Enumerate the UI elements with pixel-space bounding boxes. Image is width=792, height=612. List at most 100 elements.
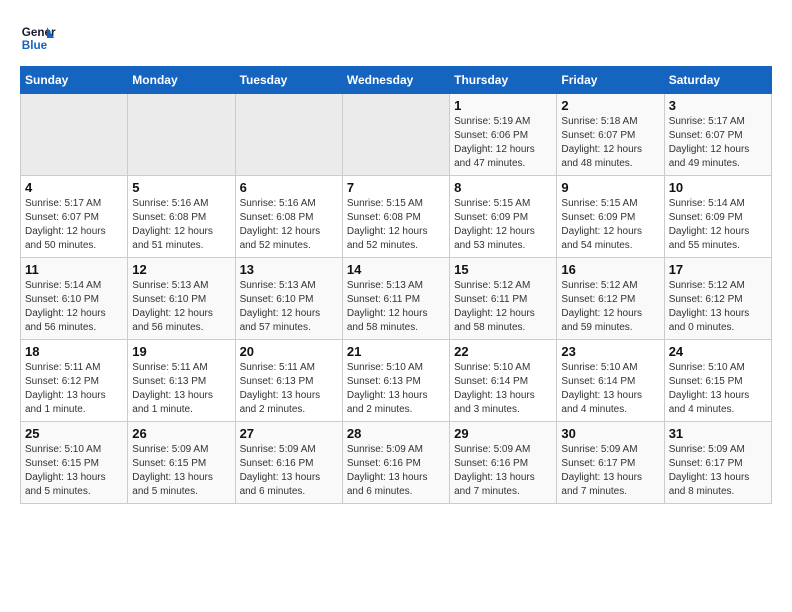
weekday-header-row: SundayMondayTuesdayWednesdayThursdayFrid…: [21, 67, 772, 94]
day-cell: [342, 94, 449, 176]
day-info: Sunrise: 5:15 AMSunset: 6:08 PMDaylight:…: [347, 197, 445, 253]
day-number: 10: [669, 180, 767, 195]
day-cell: 7Sunrise: 5:15 AMSunset: 6:08 PMDaylight…: [342, 176, 449, 258]
day-number: 31: [669, 426, 767, 441]
day-cell: 28Sunrise: 5:09 AMSunset: 6:16 PMDayligh…: [342, 422, 449, 504]
day-info: Sunrise: 5:09 AMSunset: 6:17 PMDaylight:…: [669, 443, 767, 499]
weekday-header-monday: Monday: [128, 67, 235, 94]
day-number: 19: [132, 344, 230, 359]
day-cell: 27 Sunrise: 5:09 AMSunset: 6:16 PMDayligh…: [235, 422, 342, 504]
day-info: Sunrise: 5:09 AMSunset: 6:16 PMDaylight:…: [240, 443, 338, 499]
day-cell: 30 Sunrise: 5:09 AMSunset: 6:17 PMDayligh…: [557, 422, 664, 504]
day-number: 12: [132, 262, 230, 277]
header: General Blue: [20, 20, 772, 56]
day-cell: [21, 94, 128, 176]
weekday-header-thursday: Thursday: [450, 67, 557, 94]
day-info: Sunrise: 5:12 AMSunset: 6:11 PMDaylight:…: [454, 279, 552, 335]
day-number: 9: [561, 180, 659, 195]
day-info: Sunrise: 5:10 AMSunset: 6:15 PMDaylight:…: [25, 443, 123, 499]
logo-icon: General Blue: [20, 20, 56, 56]
day-cell: 22 Sunrise: 5:10 AMSunset: 6:14 PMDayligh…: [450, 340, 557, 422]
day-number: 16: [561, 262, 659, 277]
day-number: 22: [454, 344, 552, 359]
day-number: 3: [669, 98, 767, 113]
week-row-5: 25 Sunrise: 5:10 AMSunset: 6:15 PMDayligh…: [21, 422, 772, 504]
day-info: Sunrise: 5:16 AMSunset: 6:08 PMDaylight:…: [240, 197, 338, 253]
day-info: Sunrise: 5:16 AMSunset: 6:08 PMDaylight:…: [132, 197, 230, 253]
day-number: 8: [454, 180, 552, 195]
day-cell: 4Sunrise: 5:17 AMSunset: 6:07 PMDaylight…: [21, 176, 128, 258]
day-cell: 16 Sunrise: 5:12 AMSunset: 6:12 PMDayligh…: [557, 258, 664, 340]
day-info: Sunrise: 5:09 AMSunset: 6:15 PMDaylight:…: [132, 443, 230, 499]
weekday-header-wednesday: Wednesday: [342, 67, 449, 94]
day-info: Sunrise: 5:19 AMSunset: 6:06 PMDaylight:…: [454, 115, 552, 171]
day-info: Sunrise: 5:11 AMSunset: 6:13 PMDaylight:…: [132, 361, 230, 417]
day-info: Sunrise: 5:11 AMSunset: 6:13 PMDaylight:…: [240, 361, 338, 417]
day-cell: 6 Sunrise: 5:16 AMSunset: 6:08 PMDaylight…: [235, 176, 342, 258]
day-info: Sunrise: 5:18 AMSunset: 6:07 PMDaylight:…: [561, 115, 659, 171]
week-row-4: 18 Sunrise: 5:11 AMSunset: 6:12 PMDayligh…: [21, 340, 772, 422]
day-info: Sunrise: 5:14 AMSunset: 6:10 PMDaylight:…: [25, 279, 123, 335]
day-number: 27: [240, 426, 338, 441]
weekday-header-tuesday: Tuesday: [235, 67, 342, 94]
svg-text:Blue: Blue: [22, 39, 48, 52]
day-cell: 20 Sunrise: 5:11 AMSunset: 6:13 PMDayligh…: [235, 340, 342, 422]
day-cell: 25 Sunrise: 5:10 AMSunset: 6:15 PMDayligh…: [21, 422, 128, 504]
day-cell: 10 Sunrise: 5:14 AMSunset: 6:09 PMDayligh…: [664, 176, 771, 258]
day-info: Sunrise: 5:10 AMSunset: 6:14 PMDaylight:…: [454, 361, 552, 417]
weekday-header-friday: Friday: [557, 67, 664, 94]
day-number: 6: [240, 180, 338, 195]
day-cell: 14 Sunrise: 5:13 AMSunset: 6:11 PMDayligh…: [342, 258, 449, 340]
day-cell: 19 Sunrise: 5:11 AMSunset: 6:13 PMDayligh…: [128, 340, 235, 422]
day-number: 30: [561, 426, 659, 441]
day-info: Sunrise: 5:15 AMSunset: 6:09 PMDaylight:…: [454, 197, 552, 253]
day-number: 21: [347, 344, 445, 359]
day-info: Sunrise: 5:15 AMSunset: 6:09 PMDaylight:…: [561, 197, 659, 253]
day-number: 26: [132, 426, 230, 441]
day-number: 25: [25, 426, 123, 441]
day-info: Sunrise: 5:14 AMSunset: 6:09 PMDaylight:…: [669, 197, 767, 253]
day-cell: 9 Sunrise: 5:15 AMSunset: 6:09 PMDaylight…: [557, 176, 664, 258]
day-info: Sunrise: 5:12 AMSunset: 6:12 PMDaylight:…: [669, 279, 767, 335]
day-cell: 5 Sunrise: 5:16 AMSunset: 6:08 PMDaylight…: [128, 176, 235, 258]
calendar-table: SundayMondayTuesdayWednesdayThursdayFrid…: [20, 66, 772, 504]
week-row-2: 4Sunrise: 5:17 AMSunset: 6:07 PMDaylight…: [21, 176, 772, 258]
day-cell: 24Sunrise: 5:10 AMSunset: 6:15 PMDayligh…: [664, 340, 771, 422]
day-info: Sunrise: 5:12 AMSunset: 6:12 PMDaylight:…: [561, 279, 659, 335]
weekday-header-saturday: Saturday: [664, 67, 771, 94]
day-info: Sunrise: 5:17 AMSunset: 6:07 PMDaylight:…: [669, 115, 767, 171]
day-number: 15: [454, 262, 552, 277]
week-row-1: 1 Sunrise: 5:19 AMSunset: 6:06 PMDaylight…: [21, 94, 772, 176]
day-number: 17: [669, 262, 767, 277]
day-info: Sunrise: 5:11 AMSunset: 6:12 PMDaylight:…: [25, 361, 123, 417]
day-number: 1: [454, 98, 552, 113]
day-number: 13: [240, 262, 338, 277]
day-number: 5: [132, 180, 230, 195]
day-info: Sunrise: 5:10 AMSunset: 6:15 PMDaylight:…: [669, 361, 767, 417]
day-info: Sunrise: 5:10 AMSunset: 6:14 PMDaylight:…: [561, 361, 659, 417]
day-cell: 18 Sunrise: 5:11 AMSunset: 6:12 PMDayligh…: [21, 340, 128, 422]
day-cell: [128, 94, 235, 176]
day-cell: [235, 94, 342, 176]
day-number: 28: [347, 426, 445, 441]
day-number: 18: [25, 344, 123, 359]
day-cell: 23Sunrise: 5:10 AMSunset: 6:14 PMDayligh…: [557, 340, 664, 422]
day-cell: 1 Sunrise: 5:19 AMSunset: 6:06 PMDaylight…: [450, 94, 557, 176]
day-info: Sunrise: 5:13 AMSunset: 6:10 PMDaylight:…: [240, 279, 338, 335]
day-cell: 17 Sunrise: 5:12 AMSunset: 6:12 PMDayligh…: [664, 258, 771, 340]
day-number: 20: [240, 344, 338, 359]
day-number: 2: [561, 98, 659, 113]
day-info: Sunrise: 5:09 AMSunset: 6:17 PMDaylight:…: [561, 443, 659, 499]
day-cell: 15 Sunrise: 5:12 AMSunset: 6:11 PMDayligh…: [450, 258, 557, 340]
day-number: 4: [25, 180, 123, 195]
logo: General Blue: [20, 20, 56, 56]
day-info: Sunrise: 5:13 AMSunset: 6:11 PMDaylight:…: [347, 279, 445, 335]
weekday-header-sunday: Sunday: [21, 67, 128, 94]
day-cell: 29Sunrise: 5:09 AMSunset: 6:16 PMDayligh…: [450, 422, 557, 504]
day-info: Sunrise: 5:13 AMSunset: 6:10 PMDaylight:…: [132, 279, 230, 335]
day-cell: 31 Sunrise: 5:09 AMSunset: 6:17 PMDayligh…: [664, 422, 771, 504]
day-number: 14: [347, 262, 445, 277]
day-cell: 11Sunrise: 5:14 AMSunset: 6:10 PMDayligh…: [21, 258, 128, 340]
day-cell: 21 Sunrise: 5:10 AMSunset: 6:13 PMDayligh…: [342, 340, 449, 422]
day-info: Sunrise: 5:10 AMSunset: 6:13 PMDaylight:…: [347, 361, 445, 417]
